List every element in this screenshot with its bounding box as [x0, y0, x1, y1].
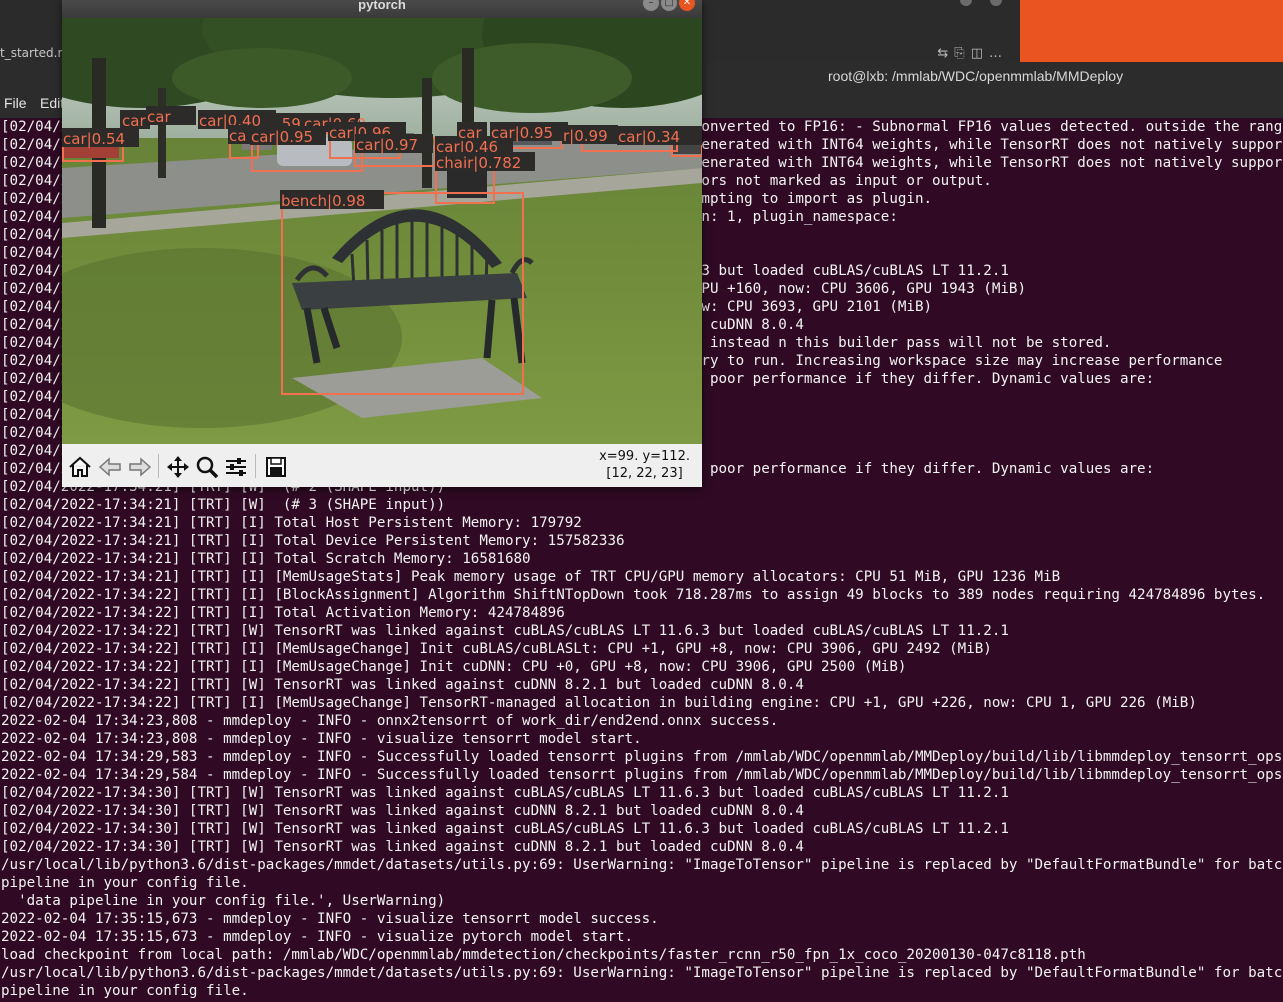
minimize-icon[interactable]: [960, 0, 972, 6]
more-icon[interactable]: …: [989, 46, 1008, 61]
terminal-line: [02/04/2022-17:34:21] [TRT] [W] (# 3 (SH…: [1, 497, 446, 513]
terminal-line: 2022-02-04 17:35:15,673 - mmdeploy - INF…: [1, 929, 634, 945]
detection-label: car: [147, 108, 171, 126]
toolbar-separator: [158, 454, 159, 478]
terminal-line: 2022-02-04 17:34:29,584 - mmdeploy - INF…: [1, 767, 1283, 783]
terminal-line: [02/04/2022-17:34:30] [TRT] [W] TensorRT…: [1, 803, 804, 819]
pan-icon[interactable]: [163, 452, 193, 482]
cursor-rgb: [12, 22, 23]: [606, 466, 683, 481]
detection-label: bench|0.98: [281, 192, 365, 210]
split-editor-icon[interactable]: ◫: [971, 46, 989, 61]
terminal-line: [02/04/2022-17:34:21] [TRT] [I] Total Sc…: [1, 551, 531, 567]
terminal-line: 2022-02-04 17:34:23,808 - mmdeploy - INF…: [1, 731, 642, 747]
toolbar-separator: [255, 454, 256, 478]
detection-label: chair|0.782: [436, 154, 521, 172]
detection-label: car|0.97: [356, 136, 418, 154]
terminal-line: [02/04/2022-17:34:22] [TRT] [I] Total Ac…: [1, 605, 565, 621]
open-changes-icon[interactable]: ⎘: [954, 46, 970, 61]
cursor-readout: x=99. y=112. [12, 22, 23]: [599, 448, 690, 482]
terminal-line: [02/04/2022-17:34:21] [TRT] [I] Total Ho…: [1, 515, 582, 531]
pytorch-window: pytorch – □ ✕ car|0.54 car car car|0.40 …: [62, 0, 702, 487]
terminal-line: [02/04/2022-17:34:30] [TRT] [W] TensorRT…: [1, 785, 1009, 801]
svg-text:ca: ca: [229, 127, 246, 145]
detection-label: car|0.34: [618, 128, 680, 146]
detection-label: car|0.95: [491, 124, 553, 142]
svg-text:r|0.99: r|0.99: [563, 127, 608, 145]
terminal-line: [02/04/2022-17:34:22] [TRT] [I] [MemUsag…: [1, 695, 1197, 711]
save-icon[interactable]: [261, 452, 291, 482]
terminal-line: pipeline in your config file.: [1, 983, 249, 999]
detection-image[interactable]: car|0.54 car car car|0.40 .59 car|0.60 c…: [62, 18, 702, 444]
back-icon[interactable]: [95, 452, 125, 482]
zoom-icon[interactable]: [192, 452, 222, 482]
terminal-line: [02/04/2022-17:34:22] [TRT] [W] TensorRT…: [1, 677, 804, 693]
desktop-background: [1020, 0, 1283, 62]
terminal-line: /usr/local/lib/python3.6/dist-packages/m…: [1, 965, 1283, 981]
menu-edit[interactable]: Edit: [40, 95, 64, 111]
terminal-line: [02/04/2022-17:34:22] [TRT] [I] [BlockAs…: [1, 587, 1266, 603]
git-compare-icon[interactable]: ⇆: [937, 46, 954, 61]
terminal-line: [02/04/2022-17:34:21] [TRT] [I] [MemUsag…: [1, 569, 1061, 585]
detection-label: car|0.54: [63, 130, 125, 148]
terminal-line: /usr/local/lib/python3.6/dist-packages/m…: [1, 857, 1283, 873]
terminal-line: [02/04/2022-17:34:22] [TRT] [I] [MemUsag…: [1, 659, 907, 675]
terminal-line: [02/04/2022-17:34:22] [TRT] [W] TensorRT…: [1, 623, 1009, 639]
svg-text:car: car: [458, 124, 482, 142]
menu-file[interactable]: File: [4, 95, 27, 111]
detection-label: car: [122, 112, 146, 130]
matplotlib-toolbar: x=99. y=112. [12, 22, 23]: [62, 444, 702, 487]
terminal-line: pipeline in your config file.: [1, 875, 249, 891]
terminal-line: 2022-02-04 17:35:15,673 - mmdeploy - INF…: [1, 911, 659, 927]
close-icon[interactable]: [990, 0, 1002, 6]
pytorch-titlebar[interactable]: pytorch – □ ✕: [62, 0, 702, 18]
window-title: pytorch: [358, 0, 406, 12]
detection-label: car|0.95: [251, 128, 313, 146]
terminal-line: load checkpoint from local path: /mmlab/…: [1, 947, 1086, 963]
configure-subplots-icon[interactable]: [221, 452, 251, 482]
photo-scene: car|0.54 car car car|0.40 .59 car|0.60 c…: [62, 18, 702, 444]
terminal-line: [02/04/2022-17:34:30] [TRT] [W] TensorRT…: [1, 821, 1009, 837]
editor-tools: ⇆⎘◫…: [937, 46, 1008, 61]
terminal-line: [02/04/2022-17:34:30] [TRT] [W] TensorRT…: [1, 839, 804, 855]
home-icon[interactable]: [65, 452, 95, 482]
terminal-line: 2022-02-04 17:34:29,583 - mmdeploy - INF…: [1, 749, 1283, 765]
terminal-title: root@lxb: /mmlab/WDC/openmmlab/MMDeploy: [828, 68, 1124, 84]
terminal-line: [02/04/2022-17:34:22] [TRT] [I] [MemUsag…: [1, 641, 992, 657]
terminal-line: 2022-02-04 17:34:23,808 - mmdeploy - INF…: [1, 713, 779, 729]
terminal-line: 'data pipeline in your config file.', Us…: [1, 893, 446, 909]
cursor-xy: x=99. y=112.: [599, 449, 690, 464]
terminal-line: [02/04/2022-17:34:21] [TRT] [I] Total De…: [1, 533, 625, 549]
forward-icon[interactable]: [125, 452, 155, 482]
